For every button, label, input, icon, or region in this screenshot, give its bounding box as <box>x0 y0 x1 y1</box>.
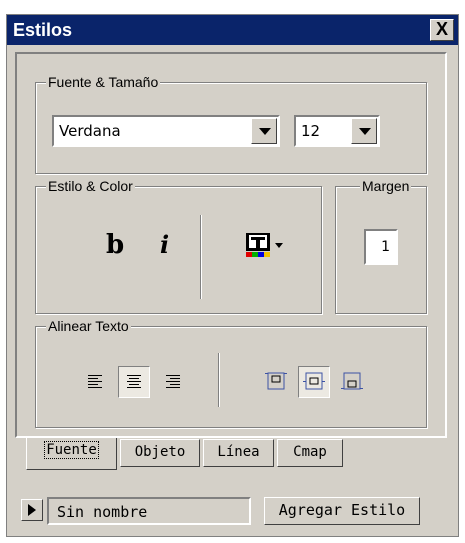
font-select[interactable]: Verdana <box>52 115 280 147</box>
tab-panel: Fuente & Tamaño Verdana 12 Estilo & Colo… <box>15 52 447 438</box>
font-size-group: Fuente & Tamaño Verdana 12 <box>35 74 427 174</box>
align-left-button[interactable] <box>80 367 112 399</box>
margin-input[interactable]: 1 <box>364 229 398 265</box>
margin-group: Margen 1 <box>335 178 427 314</box>
align-text-group-label: Alinear Texto <box>46 318 131 334</box>
align-text-group: Alinear Texto <box>35 318 427 428</box>
italic-button[interactable]: i <box>160 230 169 259</box>
bold-button[interactable]: b <box>106 230 124 260</box>
align-left-icon <box>88 375 102 388</box>
chevron-down-icon[interactable] <box>251 118 277 144</box>
window-title: Estilos <box>13 20 73 40</box>
styles-window: Estilos X Fuente & Tamaño Verdana 12 Est… <box>6 14 459 537</box>
close-button[interactable]: X <box>430 19 454 41</box>
size-select[interactable]: 12 <box>294 115 380 147</box>
margin-group-label: Margen <box>360 178 412 194</box>
box-align-middle-button[interactable] <box>298 366 330 398</box>
tab-cmap[interactable]: Cmap <box>277 439 343 467</box>
font-size-group-label: Fuente & Tamaño <box>46 74 161 90</box>
align-right-button[interactable] <box>156 367 188 399</box>
align-center-icon <box>127 375 141 388</box>
align-right-icon <box>166 375 180 388</box>
size-select-value: 12 <box>301 122 321 140</box>
box-align-middle-icon <box>303 372 325 390</box>
tab-fuente-label: Fuente <box>44 441 99 459</box>
divider <box>200 215 202 299</box>
box-align-top-icon <box>265 372 287 390</box>
tab-objeto-label: Objeto <box>134 444 186 460</box>
tab-linea-label: Línea <box>217 444 260 460</box>
style-name-field[interactable]: Sin nombre <box>47 497 251 525</box>
box-align-bottom-button[interactable] <box>336 367 368 399</box>
expand-arrow-icon[interactable] <box>21 499 43 521</box>
tab-linea[interactable]: Línea <box>203 439 274 467</box>
align-center-button[interactable] <box>118 366 150 398</box>
style-color-group: Estilo & Color b i <box>35 178 322 314</box>
box-align-bottom-icon <box>341 372 363 390</box>
tab-objeto[interactable]: Objeto <box>120 439 200 467</box>
chevron-down-icon[interactable] <box>351 118 377 144</box>
add-style-button[interactable]: Agregar Estilo <box>264 497 420 525</box>
text-color-icon <box>246 233 283 257</box>
font-select-value: Verdana <box>59 122 121 140</box>
style-color-group-label: Estilo & Color <box>46 178 135 194</box>
tab-fuente[interactable]: Fuente <box>26 438 117 470</box>
tab-cmap-label: Cmap <box>293 444 327 460</box>
divider <box>218 353 220 407</box>
text-color-button[interactable] <box>244 231 288 263</box>
box-align-top-button[interactable] <box>260 367 292 399</box>
title-bar[interactable]: Estilos X <box>7 15 458 45</box>
